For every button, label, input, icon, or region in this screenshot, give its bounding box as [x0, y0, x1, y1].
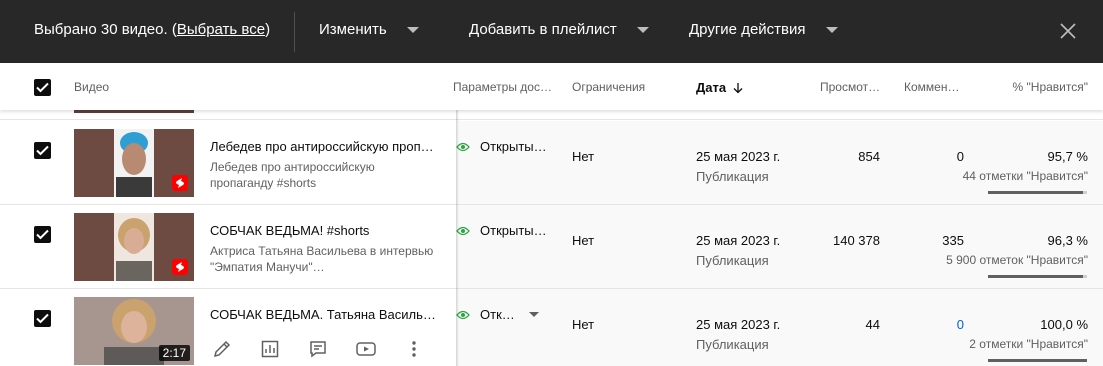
restriction-value: Нет: [572, 317, 595, 332]
thumbnail-person-image: [114, 129, 154, 197]
video-description: Актриса Татьяна Васильева в интервью "Эм…: [210, 244, 434, 274]
views-value: 140 378: [833, 233, 880, 248]
caret-down-icon: [825, 27, 838, 33]
likes-ratio-bar: [988, 191, 1087, 194]
video-table: Лебедев про антироссийскую проп… Лебедев…: [0, 110, 1103, 366]
date-value: 25 мая 2023 г.: [696, 317, 781, 332]
column-header-restrictions[interactable]: Ограничения: [572, 80, 645, 94]
row-right-bg: [458, 289, 1103, 366]
table-row-partial: [0, 110, 1103, 120]
comments-value: 335: [942, 233, 964, 248]
video-title[interactable]: СОБЧАК ВЕДЬМА. Татьяна Василье…: [210, 307, 438, 322]
visibility-value: Открыты…: [480, 223, 547, 238]
date-status: Публикация: [696, 253, 769, 268]
date-value: 25 мая 2023 г.: [696, 149, 781, 164]
video-description: Лебедев про антироссийскую пропаганду #s…: [210, 160, 375, 190]
comments-value: 0: [956, 149, 964, 164]
caret-down-icon: [406, 27, 419, 33]
shorts-icon: [172, 259, 188, 275]
column-header-comments[interactable]: Коммен…: [904, 80, 964, 94]
more-vert-icon[interactable]: [402, 337, 426, 361]
selection-count: Выбрано 30 видео. (Выбрать все): [34, 21, 270, 38]
column-header-likes[interactable]: % "Нравится": [1013, 80, 1088, 94]
video-title[interactable]: Лебедев про антироссийскую проп…: [210, 139, 438, 154]
add-to-playlist-menu[interactable]: Добавить в плейлист: [469, 21, 649, 38]
add-to-playlist-label: Добавить в плейлист: [469, 21, 617, 38]
column-header-date-label: Дата: [696, 80, 727, 95]
sticky-column-shadow: [456, 110, 459, 366]
edit-menu-label: Изменить: [319, 21, 387, 38]
table-header: Видео Параметры дос… Ограничения Дата Пр…: [0, 63, 1103, 110]
other-actions-menu[interactable]: Другие действия: [689, 21, 838, 38]
arrow-down-icon: [733, 82, 743, 93]
column-header-views[interactable]: Просмот…: [820, 80, 884, 94]
video-thumbnail[interactable]: [74, 213, 194, 281]
caret-down-icon: [636, 27, 649, 33]
selection-prefix: Выбрано 30 видео. (: [34, 21, 177, 38]
visibility-cell[interactable]: Открыты…: [456, 139, 547, 154]
date-status: Публикация: [696, 169, 769, 184]
date-status: Публикация: [696, 337, 769, 352]
table-row[interactable]: СОБЧАК ВЕДЬМА! #shorts Актриса Татьяна В…: [0, 205, 1103, 289]
likes-ratio-fill: [988, 191, 1083, 194]
likes-count: 2 отметки "Нравится": [969, 337, 1088, 351]
visibility-cell[interactable]: Отк…: [456, 307, 539, 322]
youtube-icon[interactable]: [354, 337, 378, 361]
toolbar-divider: [294, 12, 295, 52]
row-checkbox[interactable]: [34, 310, 51, 327]
likes-percent: 96,3 %: [1047, 233, 1088, 248]
views-value: 854: [858, 149, 880, 164]
restriction-value: Нет: [572, 233, 595, 248]
edit-menu[interactable]: Изменить: [319, 21, 419, 38]
likes-ratio-bar: [988, 275, 1087, 278]
video-thumbnail[interactable]: 2:17: [74, 297, 194, 365]
likes-count: 44 отметки "Нравится": [962, 169, 1088, 183]
caret-down-icon[interactable]: [528, 312, 539, 317]
thumbnail-person-image: [114, 213, 154, 281]
shorts-icon: [172, 175, 188, 191]
video-thumbnail[interactable]: [74, 129, 194, 197]
visibility-value: Отк…: [480, 307, 515, 322]
likes-percent: 100,0 %: [1040, 317, 1088, 332]
likes-count: 5 900 отметок "Нравится": [946, 253, 1088, 267]
selection-bar: Выбрано 30 видео. (Выбрать все) Изменить…: [0, 0, 1103, 63]
column-header-visibility[interactable]: Параметры дос…: [453, 80, 553, 94]
video-duration: 2:17: [158, 345, 190, 361]
table-row[interactable]: 2:17 СОБЧАК ВЕДЬМА. Татьяна Василье… Отк…: [0, 289, 1103, 366]
edit-icon[interactable]: [210, 337, 234, 361]
row-checkbox[interactable]: [34, 142, 51, 159]
comments-icon[interactable]: [306, 337, 330, 361]
likes-percent: 95,7 %: [1047, 149, 1088, 164]
other-actions-label: Другие действия: [689, 21, 806, 38]
column-header-date[interactable]: Дата: [696, 80, 744, 95]
restriction-value: Нет: [572, 149, 595, 164]
analytics-icon[interactable]: [258, 337, 282, 361]
selection-suffix: ): [265, 21, 271, 38]
visibility-value: Открыты…: [480, 139, 547, 154]
likes-ratio-bar: [988, 359, 1087, 362]
visibility-cell[interactable]: Открыты…: [456, 223, 547, 238]
thumbnail-partial: [74, 110, 194, 113]
close-icon[interactable]: [1059, 22, 1077, 40]
column-header-video[interactable]: Видео: [74, 80, 109, 94]
table-row[interactable]: Лебедев про антироссийскую проп… Лебедев…: [0, 121, 1103, 205]
likes-ratio-fill: [988, 275, 1084, 278]
row-checkbox[interactable]: [34, 226, 51, 243]
select-all-link[interactable]: Выбрать все: [177, 21, 265, 38]
date-value: 25 мая 2023 г.: [696, 233, 781, 248]
views-value: 44: [865, 317, 880, 332]
comments-link[interactable]: 0: [957, 317, 964, 332]
likes-ratio-fill: [988, 359, 1087, 362]
video-title[interactable]: СОБЧАК ВЕДЬМА! #shorts: [210, 223, 438, 238]
select-all-checkbox[interactable]: [34, 79, 51, 96]
row-actions: [210, 337, 450, 361]
